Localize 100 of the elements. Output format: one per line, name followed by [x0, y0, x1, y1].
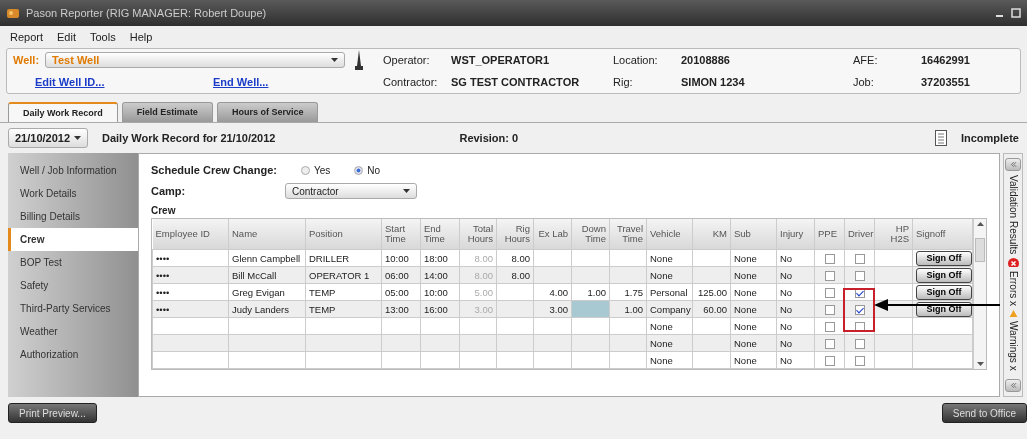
window-title: Pason Reporter (RIG MANAGER: Robert Doupe) [26, 7, 268, 19]
field-value: 37203551 [921, 76, 970, 88]
scroll-thumb[interactable] [975, 238, 985, 262]
table-cell: None [730, 317, 777, 335]
menu-item[interactable]: Edit [57, 30, 76, 44]
section-title: Crew [151, 203, 177, 218]
print-preview-button[interactable]: Print Preview... [8, 403, 97, 423]
send-to-office-button[interactable]: Send to Office [941, 403, 1027, 423]
sidebar-item[interactable]: Work Details [8, 182, 138, 205]
menu-item[interactable]: Report [10, 30, 44, 44]
ppe-checkbox[interactable] [824, 355, 835, 366]
column-header: Sub [730, 219, 777, 250]
column-header: Name [228, 219, 306, 250]
menu-item[interactable]: Help [129, 30, 153, 44]
ppe-checkbox[interactable] [824, 253, 835, 264]
field-label: Operator: [383, 54, 431, 66]
sign-off-button[interactable]: Sign Off [916, 250, 972, 266]
collapse-icon[interactable] [1005, 158, 1021, 171]
column-header: HP H2S [874, 219, 913, 250]
driver-checkbox[interactable] [854, 304, 865, 315]
status-label: Incomplete [960, 132, 1019, 144]
sidebar-item[interactable]: Crew [8, 228, 139, 251]
tab[interactable]: Daily Work Record [8, 102, 118, 122]
column-header: Total Hours [459, 219, 497, 250]
table-cell: None [646, 249, 693, 267]
column-header: Driver [844, 219, 875, 250]
column-header: Injury [776, 219, 815, 250]
driver-checkbox[interactable] [854, 253, 865, 264]
sidebar-item[interactable]: Billing Details [8, 205, 138, 228]
tab[interactable]: Hours of Service [216, 102, 319, 122]
warnings-label: Warnings x [1007, 321, 1019, 372]
radio-option[interactable]: Yes [300, 164, 331, 176]
caret-icon [403, 189, 410, 193]
sidebar-item[interactable]: Authorization [8, 343, 138, 366]
column-header: Start Time [381, 219, 421, 250]
radio-icon[interactable] [300, 165, 310, 175]
driver-checkbox[interactable] [854, 321, 865, 332]
sidebar-item[interactable]: Third-Party Services [8, 297, 138, 320]
table-cell: None [730, 283, 777, 301]
ppe-checkbox[interactable] [824, 287, 835, 298]
radio-option[interactable]: No [354, 164, 381, 176]
ppe-checkbox[interactable] [824, 321, 835, 332]
camp-dropdown[interactable]: Contractor [285, 183, 417, 199]
tab[interactable]: Field Estimate [121, 102, 213, 122]
table-cell: 4.00 [533, 283, 572, 301]
table-cell: 10:00 [420, 283, 460, 301]
sidebar-item[interactable]: Well / Job Information [8, 159, 138, 182]
date-dropdown[interactable]: 21/10/2012 [8, 128, 88, 148]
driver-checkbox[interactable] [854, 270, 865, 281]
scroll-up-icon[interactable] [976, 222, 984, 226]
field-value: SIMON 1234 [681, 76, 745, 88]
sidebar-item[interactable]: Safety [8, 274, 138, 297]
scroll-down-icon[interactable] [976, 362, 984, 366]
field-label: Contractor: [383, 76, 439, 88]
driver-checkbox[interactable] [854, 355, 865, 366]
radio-icon[interactable] [354, 165, 364, 175]
column-header: Position [305, 219, 382, 250]
collapse-icon[interactable] [1005, 379, 1021, 392]
validation-title: Validation Results [1007, 174, 1019, 255]
menu-item[interactable]: Tools [90, 30, 116, 44]
end-well-link[interactable]: End Well... [213, 76, 269, 88]
sign-off-button[interactable]: Sign Off [916, 267, 972, 283]
table-cell: No [776, 249, 815, 267]
ppe-checkbox[interactable] [824, 338, 835, 349]
revision-label: Revision: 0 [459, 132, 520, 144]
error-icon [1007, 258, 1019, 267]
sidebar-item[interactable]: BOP Test [8, 251, 138, 274]
table-cell: DRILLER [305, 249, 382, 267]
driver-checkbox[interactable] [854, 287, 865, 298]
edit-well-link[interactable]: Edit Well ID... [13, 76, 105, 88]
column-header: Employee ID [152, 219, 229, 250]
highlight-frame [843, 288, 875, 332]
well-label: Well: [13, 54, 40, 66]
sign-off-button[interactable]: Sign Off [916, 284, 972, 300]
camp-label: Camp: [151, 185, 187, 197]
table-cell: •••• [152, 283, 229, 301]
field-value: WST_OPERATOR1 [451, 54, 549, 66]
record-title: Daily Work Record for 21/10/2012 [102, 132, 276, 144]
table-cell: 18:00 [420, 249, 460, 267]
table-cell: 1.75 [609, 283, 647, 301]
field-label: Rig: [613, 76, 634, 88]
table-cell: Personal [646, 283, 693, 301]
field-value: 20108886 [681, 54, 730, 66]
driver-checkbox[interactable] [854, 338, 865, 349]
table-cell: No [776, 283, 815, 301]
warning-icon [1007, 309, 1019, 318]
field-label: Job: [853, 76, 875, 88]
table-cell: Greg Evigan [228, 283, 306, 301]
column-header: KM [692, 219, 731, 250]
table-cell: Glenn Campbell [228, 249, 306, 267]
maximize-icon[interactable] [1011, 8, 1021, 18]
table-cell: 10:00 [381, 249, 421, 267]
table-cell: No [776, 351, 815, 369]
table-cell: 8.00 [496, 249, 534, 267]
ppe-checkbox[interactable] [824, 270, 835, 281]
scrollbar[interactable] [973, 219, 986, 369]
table-cell: None [730, 351, 777, 369]
sidebar-item[interactable]: Weather [8, 320, 138, 343]
column-header: Vehicle [646, 219, 693, 250]
ppe-checkbox[interactable] [824, 304, 835, 315]
